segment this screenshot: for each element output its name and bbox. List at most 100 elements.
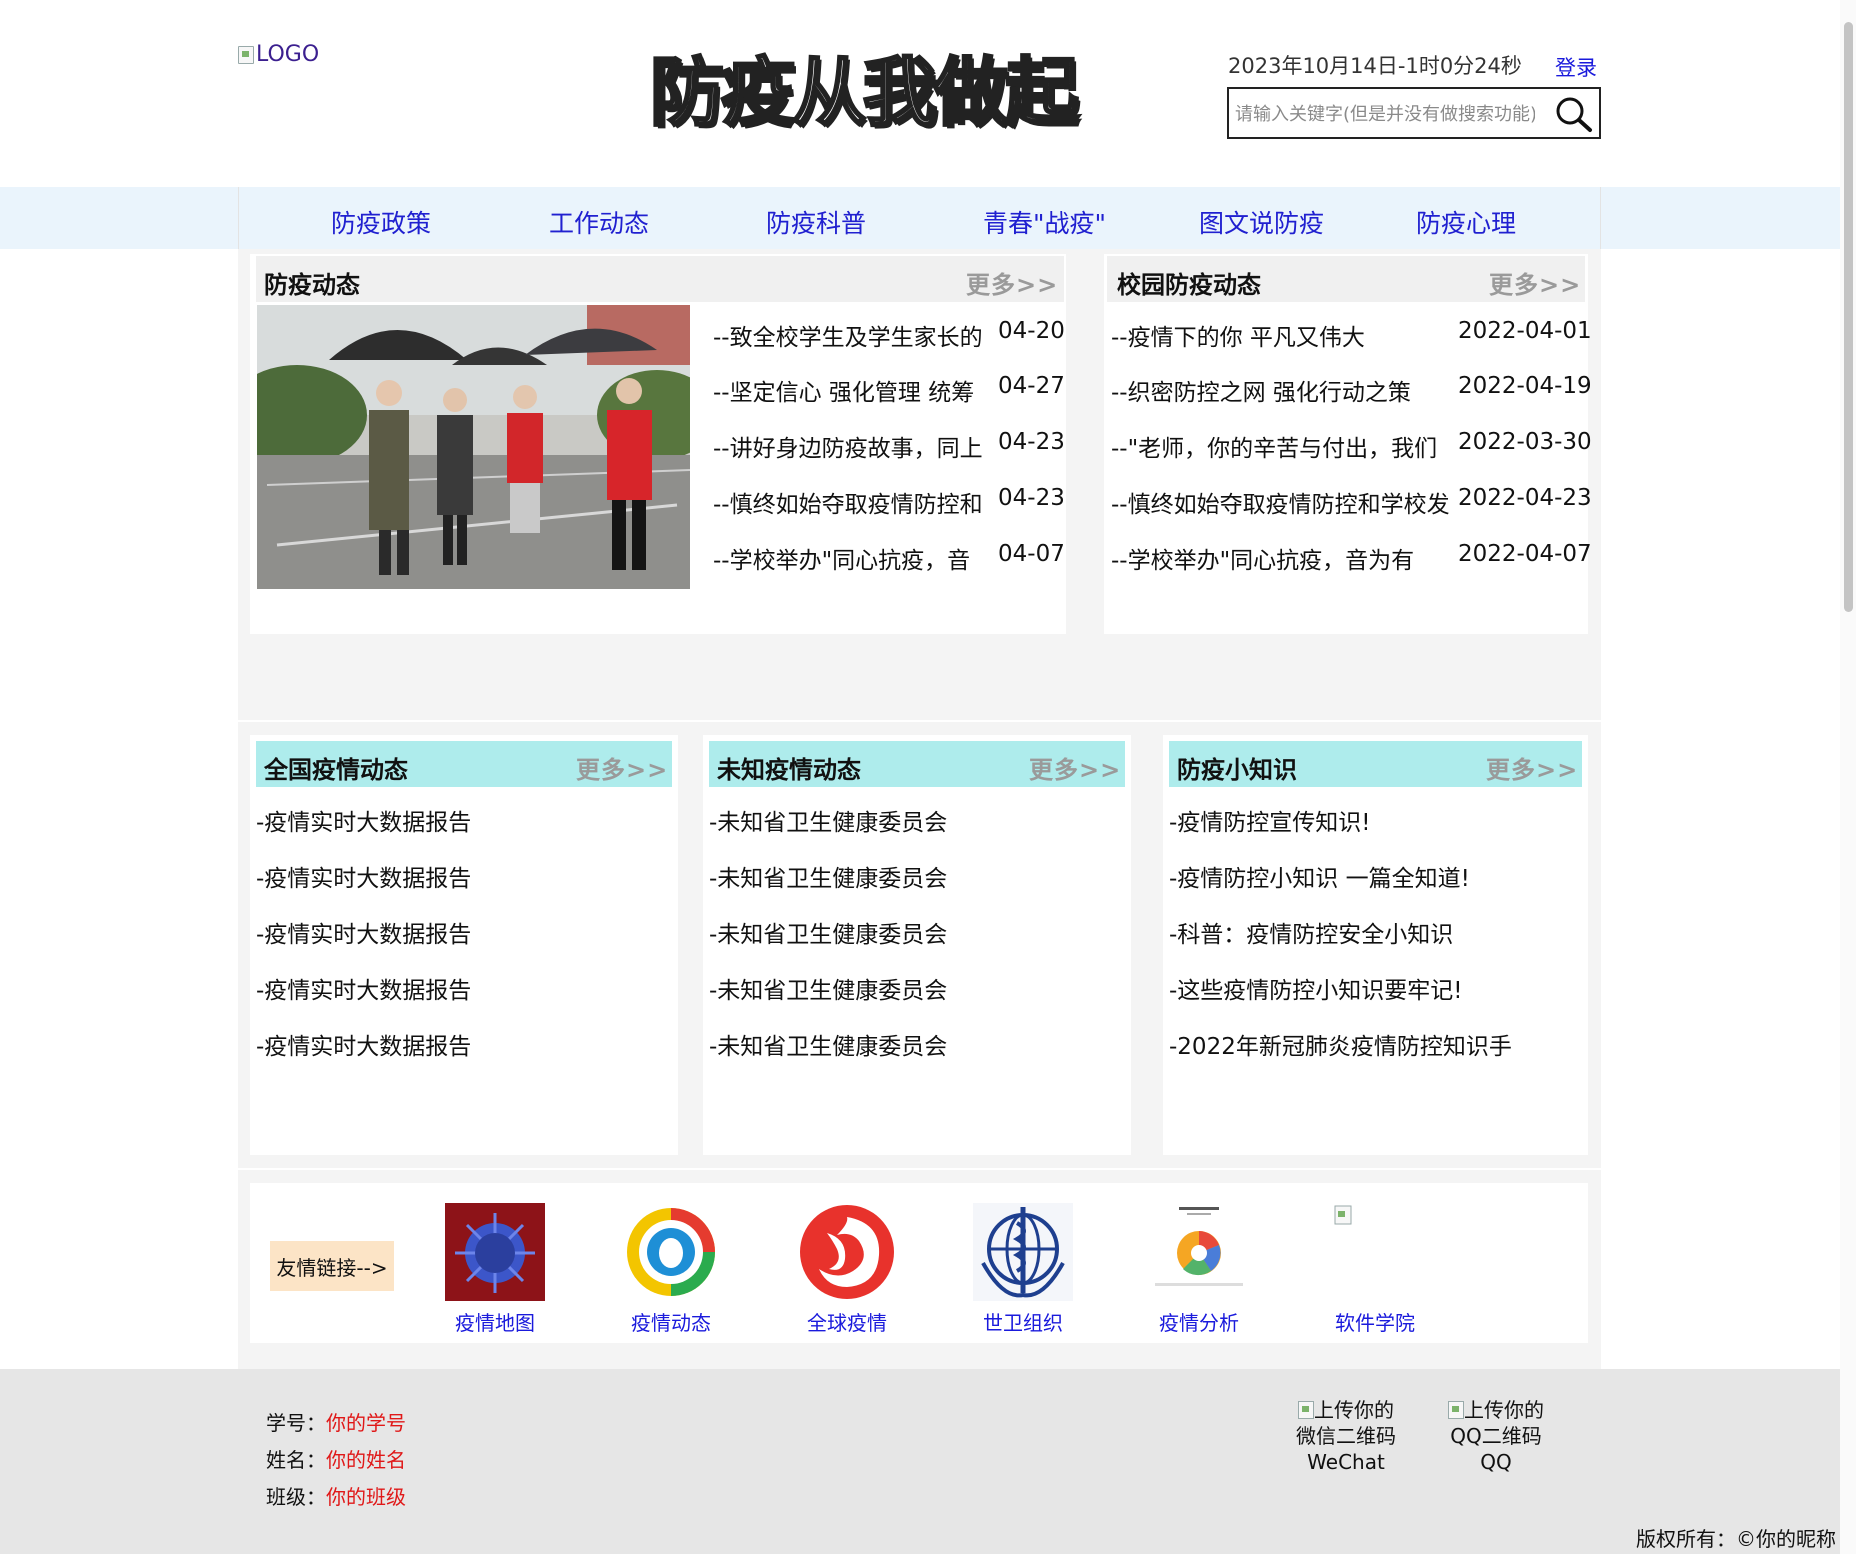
- more-link[interactable]: 更多>>: [1489, 265, 1581, 300]
- link-epidemic-analysis[interactable]: 疫情分析: [1124, 1203, 1274, 1336]
- name-label: 姓名：: [266, 1448, 326, 1472]
- news-item-date: 2022-04-19: [1458, 373, 1592, 399]
- news-item-title[interactable]: --织密防控之网 强化行动之策: [1111, 373, 1411, 407]
- list-item[interactable]: -疫情实时大数据报告: [256, 803, 471, 837]
- link-label[interactable]: 疫情分析: [1124, 1307, 1274, 1336]
- phoenix-icon: [797, 1203, 897, 1301]
- class-value: 你的班级: [326, 1485, 406, 1509]
- link-who[interactable]: 世卫组织: [948, 1203, 1098, 1336]
- panel-title: 校园防疫动态: [1117, 271, 1261, 299]
- news-item-title[interactable]: --疫情下的你 平凡又伟大: [1111, 318, 1365, 352]
- list-item[interactable]: -未知省卫生健康委员会: [709, 971, 947, 1005]
- analysis-chart-icon: [1149, 1203, 1249, 1301]
- link-global-epidemic[interactable]: 全球疫情: [772, 1203, 922, 1336]
- qr-alt-text: 上传你的: [1464, 1398, 1544, 1422]
- list-item[interactable]: -疫情实时大数据报告: [256, 1027, 471, 1061]
- list-item[interactable]: -2022年新冠肺炎疫情防控知识手: [1169, 1027, 1512, 1061]
- footer: 学号：你的学号 姓名：你的姓名 班级：你的班级 上传你的 微信二维码 WeCha…: [0, 1369, 1840, 1554]
- divider: [238, 720, 1601, 722]
- news-item-date: 2022-04-01: [1458, 318, 1592, 344]
- panel-header: 全国疫情动态 更多>>: [256, 741, 672, 787]
- nav-item-work[interactable]: 工作动态: [549, 204, 649, 240]
- search-input[interactable]: [1235, 99, 1535, 129]
- link-label[interactable]: 疫情动态: [596, 1307, 746, 1336]
- list-item[interactable]: -科普：疫情防控安全小知识: [1169, 915, 1453, 949]
- search-box: [1227, 87, 1601, 139]
- link-epidemic-map[interactable]: 疫情地图: [420, 1203, 570, 1336]
- list-item[interactable]: -疫情实时大数据报告: [256, 971, 471, 1005]
- list-item[interactable]: -疫情防控宣传知识!: [1169, 803, 1371, 837]
- news-item-date: 04-07: [998, 541, 1065, 567]
- list-item[interactable]: -疫情实时大数据报告: [256, 859, 471, 893]
- link-label[interactable]: 软件学院: [1300, 1307, 1450, 1336]
- knowledge-panel: 防疫小知识 更多>> -疫情防控宣传知识! -疫情防控小知识 一篇全知道! -科…: [1163, 735, 1588, 1155]
- more-link[interactable]: 更多>>: [966, 265, 1058, 300]
- panel-header: 防疫小知识 更多>>: [1169, 741, 1582, 787]
- news-photo[interactable]: [257, 305, 690, 589]
- broken-image-icon: [1298, 1401, 1314, 1419]
- search-icon: [1556, 97, 1592, 132]
- news-item-title[interactable]: --讲好身边防疫故事，同上: [713, 429, 983, 463]
- panel-title: 防疫动态: [264, 271, 360, 299]
- list-item[interactable]: -这些疫情防控小知识要牢记!: [1169, 971, 1463, 1005]
- news-item-title[interactable]: --学校举办"同心抗疫，音: [713, 541, 970, 575]
- class-line: 班级：你的班级: [266, 1481, 406, 1510]
- panel-header: 防疫动态 更多>>: [256, 256, 1064, 302]
- page-scrollbar[interactable]: [1840, 0, 1856, 1554]
- scrollbar-thumb[interactable]: [1844, 22, 1853, 612]
- list-item[interactable]: -疫情实时大数据报告: [256, 915, 471, 949]
- student-id-value: 你的学号: [326, 1411, 406, 1435]
- friend-links-panel: 友情链接--> 疫情地图 疫情动态 全球疫情 世卫组织 疫情分析 软件学院: [250, 1183, 1588, 1343]
- student-id-line: 学号：你的学号: [266, 1407, 406, 1436]
- broken-image-icon: [1448, 1401, 1464, 1419]
- qr-alt-text: QQ二维码: [1450, 1424, 1542, 1448]
- search-button[interactable]: [1553, 95, 1595, 133]
- friend-links-label: 友情链接-->: [270, 1241, 394, 1291]
- list-item[interactable]: -未知省卫生健康委员会: [709, 803, 947, 837]
- nav-item-psychology[interactable]: 防疫心理: [1416, 204, 1516, 240]
- unknown-panel: 未知疫情动态 更多>> -未知省卫生健康委员会 -未知省卫生健康委员会 -未知省…: [703, 735, 1131, 1155]
- link-label[interactable]: 疫情地图: [420, 1307, 570, 1336]
- photo-image: [257, 305, 690, 589]
- news-item-title[interactable]: --学校举办"同心抗疫，音为有: [1111, 541, 1414, 575]
- news-item-date: 2022-03-30: [1458, 429, 1592, 455]
- list-item[interactable]: -未知省卫生健康委员会: [709, 1027, 947, 1061]
- link-software-college[interactable]: 软件学院: [1300, 1203, 1450, 1336]
- link-label[interactable]: 世卫组织: [948, 1307, 1098, 1336]
- copyright: 版权所有：©你的昵称: [1636, 1527, 1836, 1551]
- qr-alt-text: 微信二维码: [1296, 1424, 1396, 1448]
- news-item-title[interactable]: --慎终如始夺取疫情防控和学校发: [1111, 485, 1450, 519]
- panel-header: 未知疫情动态 更多>>: [709, 741, 1125, 787]
- qq-qr: 上传你的 QQ二维码 QQ: [1436, 1397, 1556, 1475]
- nav-item-policy[interactable]: 防疫政策: [331, 204, 431, 240]
- link-label[interactable]: 全球疫情: [772, 1307, 922, 1336]
- link-epidemic-news[interactable]: 疫情动态: [596, 1203, 746, 1336]
- list-item[interactable]: -疫情防控小知识 一篇全知道!: [1169, 859, 1470, 893]
- name-value: 你的姓名: [326, 1448, 406, 1472]
- qr-caption: QQ: [1480, 1450, 1512, 1474]
- panel-title: 全国疫情动态: [264, 756, 408, 784]
- logo-alt-text: LOGO: [256, 42, 320, 67]
- news-item-title[interactable]: --致全校学生及学生家长的: [713, 318, 983, 352]
- epidemic-news-panel: 防疫动态 更多>> --致全校学生及学生家长的 04-20 --坚定信心 强化管…: [250, 254, 1066, 634]
- student-id-label: 学号：: [266, 1411, 326, 1435]
- current-time: 2023年10月14日-1时0分24秒: [1228, 54, 1522, 78]
- list-item[interactable]: -未知省卫生健康委员会: [709, 915, 947, 949]
- more-link[interactable]: 更多>>: [1029, 750, 1121, 785]
- nav-item-graphics[interactable]: 图文说防疫: [1199, 204, 1324, 240]
- news-item-title[interactable]: --坚定信心 强化管理 统筹: [713, 373, 974, 407]
- more-link[interactable]: 更多>>: [1486, 750, 1578, 785]
- news-item-title[interactable]: --"老师，你的辛苦与付出，我们: [1111, 429, 1437, 463]
- news-item-date: 04-20: [998, 318, 1065, 344]
- login-link[interactable]: 登录: [1555, 52, 1597, 82]
- list-item[interactable]: -未知省卫生健康委员会: [709, 859, 947, 893]
- broken-image-icon: [238, 45, 254, 64]
- nav-item-science[interactable]: 防疫科普: [766, 204, 866, 240]
- news-item-title[interactable]: --慎终如始夺取疫情防控和: [713, 485, 983, 519]
- news-item-date: 2022-04-23: [1458, 485, 1592, 511]
- more-link[interactable]: 更多>>: [576, 750, 668, 785]
- broken-image-icon: [1325, 1203, 1425, 1301]
- nav-item-youth[interactable]: 青春"战疫": [983, 204, 1106, 240]
- site-logo[interactable]: LOGO: [238, 42, 319, 67]
- news-item-date: 2022-04-07: [1458, 541, 1592, 567]
